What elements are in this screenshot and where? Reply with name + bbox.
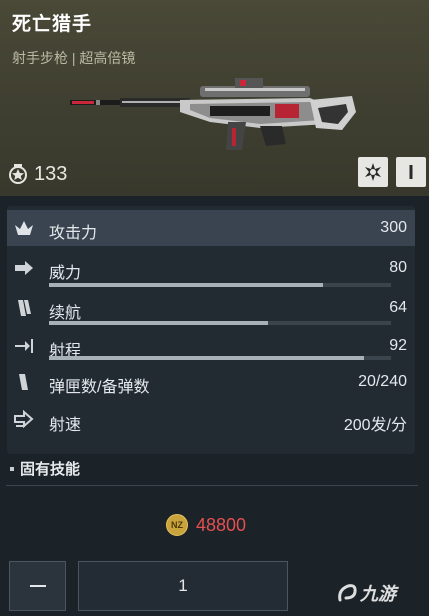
weapon-name: 死亡猎手: [12, 14, 93, 35]
subtitle-separator: |: [71, 50, 76, 66]
stats-panel: 攻击力 300 威力 80 续航 64 射程 92 弹匣数/备弹数 20/240…: [7, 206, 415, 454]
watermark-logo-icon: [338, 584, 357, 602]
crown-icon: [15, 221, 33, 235]
stat-value: 20/240: [358, 373, 407, 390]
magazine-icon: [18, 300, 31, 316]
stat-label: 威力: [49, 265, 82, 282]
weapon-rank: 133: [8, 160, 67, 188]
weapon-scope: 超高倍镜: [79, 50, 136, 66]
stat-bar-endurance: [49, 321, 391, 325]
weapon-subtitle: 射手步枪 | 超高倍镜: [12, 48, 135, 68]
section-divider: [6, 485, 418, 486]
stat-row-power: 威力 80: [7, 250, 415, 286]
arrow-right-icon: [15, 261, 33, 275]
weapon-header: 死亡猎手 射手步枪 | 超高倍镜 133: [0, 0, 429, 196]
range-arrow-icon: [15, 339, 33, 353]
quantity-input[interactable]: 1: [78, 561, 288, 611]
bar-icon: [409, 165, 413, 179]
stat-label: 续航: [49, 305, 82, 322]
decrease-button[interactable]: [9, 561, 66, 611]
coin-icon: NZ: [166, 514, 188, 536]
detail-button[interactable]: [396, 157, 426, 187]
medal-icon: [9, 164, 27, 184]
stat-bar-fill: [49, 283, 323, 287]
stat-label: 射速: [49, 417, 82, 434]
stat-row-ammo: 弹匣数/备弹数 20/240: [7, 364, 415, 400]
minus-icon: [29, 585, 46, 587]
skills-label: 固有技能: [20, 461, 81, 478]
stat-value: 92: [389, 337, 407, 354]
stat-bar-power: [49, 283, 391, 287]
fire-rate-icon: [14, 409, 34, 429]
stat-value: 64: [389, 299, 407, 316]
stat-value: 300: [380, 219, 407, 236]
price: NZ 48800: [166, 514, 246, 536]
price-value: 48800: [196, 514, 247, 535]
watermark: 九游: [336, 580, 396, 606]
weapon-image: [70, 78, 356, 150]
skills-section-header: 固有技能: [10, 458, 80, 479]
stat-bar-fill: [49, 356, 364, 360]
stat-label: 攻击力: [49, 225, 98, 242]
stat-row-attack: 攻击力 300: [7, 210, 415, 246]
stat-label: 弹匣数/备弹数: [49, 379, 150, 396]
stat-row-fire-rate: 射速 200发/分: [7, 402, 415, 438]
rank-value: 133: [34, 162, 68, 185]
weapon-type: 射手步枪: [12, 50, 68, 66]
ammo-icon: [19, 374, 28, 390]
skin-button[interactable]: [358, 157, 388, 187]
starburst-icon: [365, 163, 381, 181]
stat-value: 200发/分: [343, 417, 407, 434]
bullet-icon: [10, 466, 14, 471]
stat-bar-range: [49, 356, 391, 360]
watermark-text: 九游: [360, 584, 396, 604]
stat-value: 80: [389, 259, 407, 276]
stat-bar-fill: [49, 321, 268, 325]
